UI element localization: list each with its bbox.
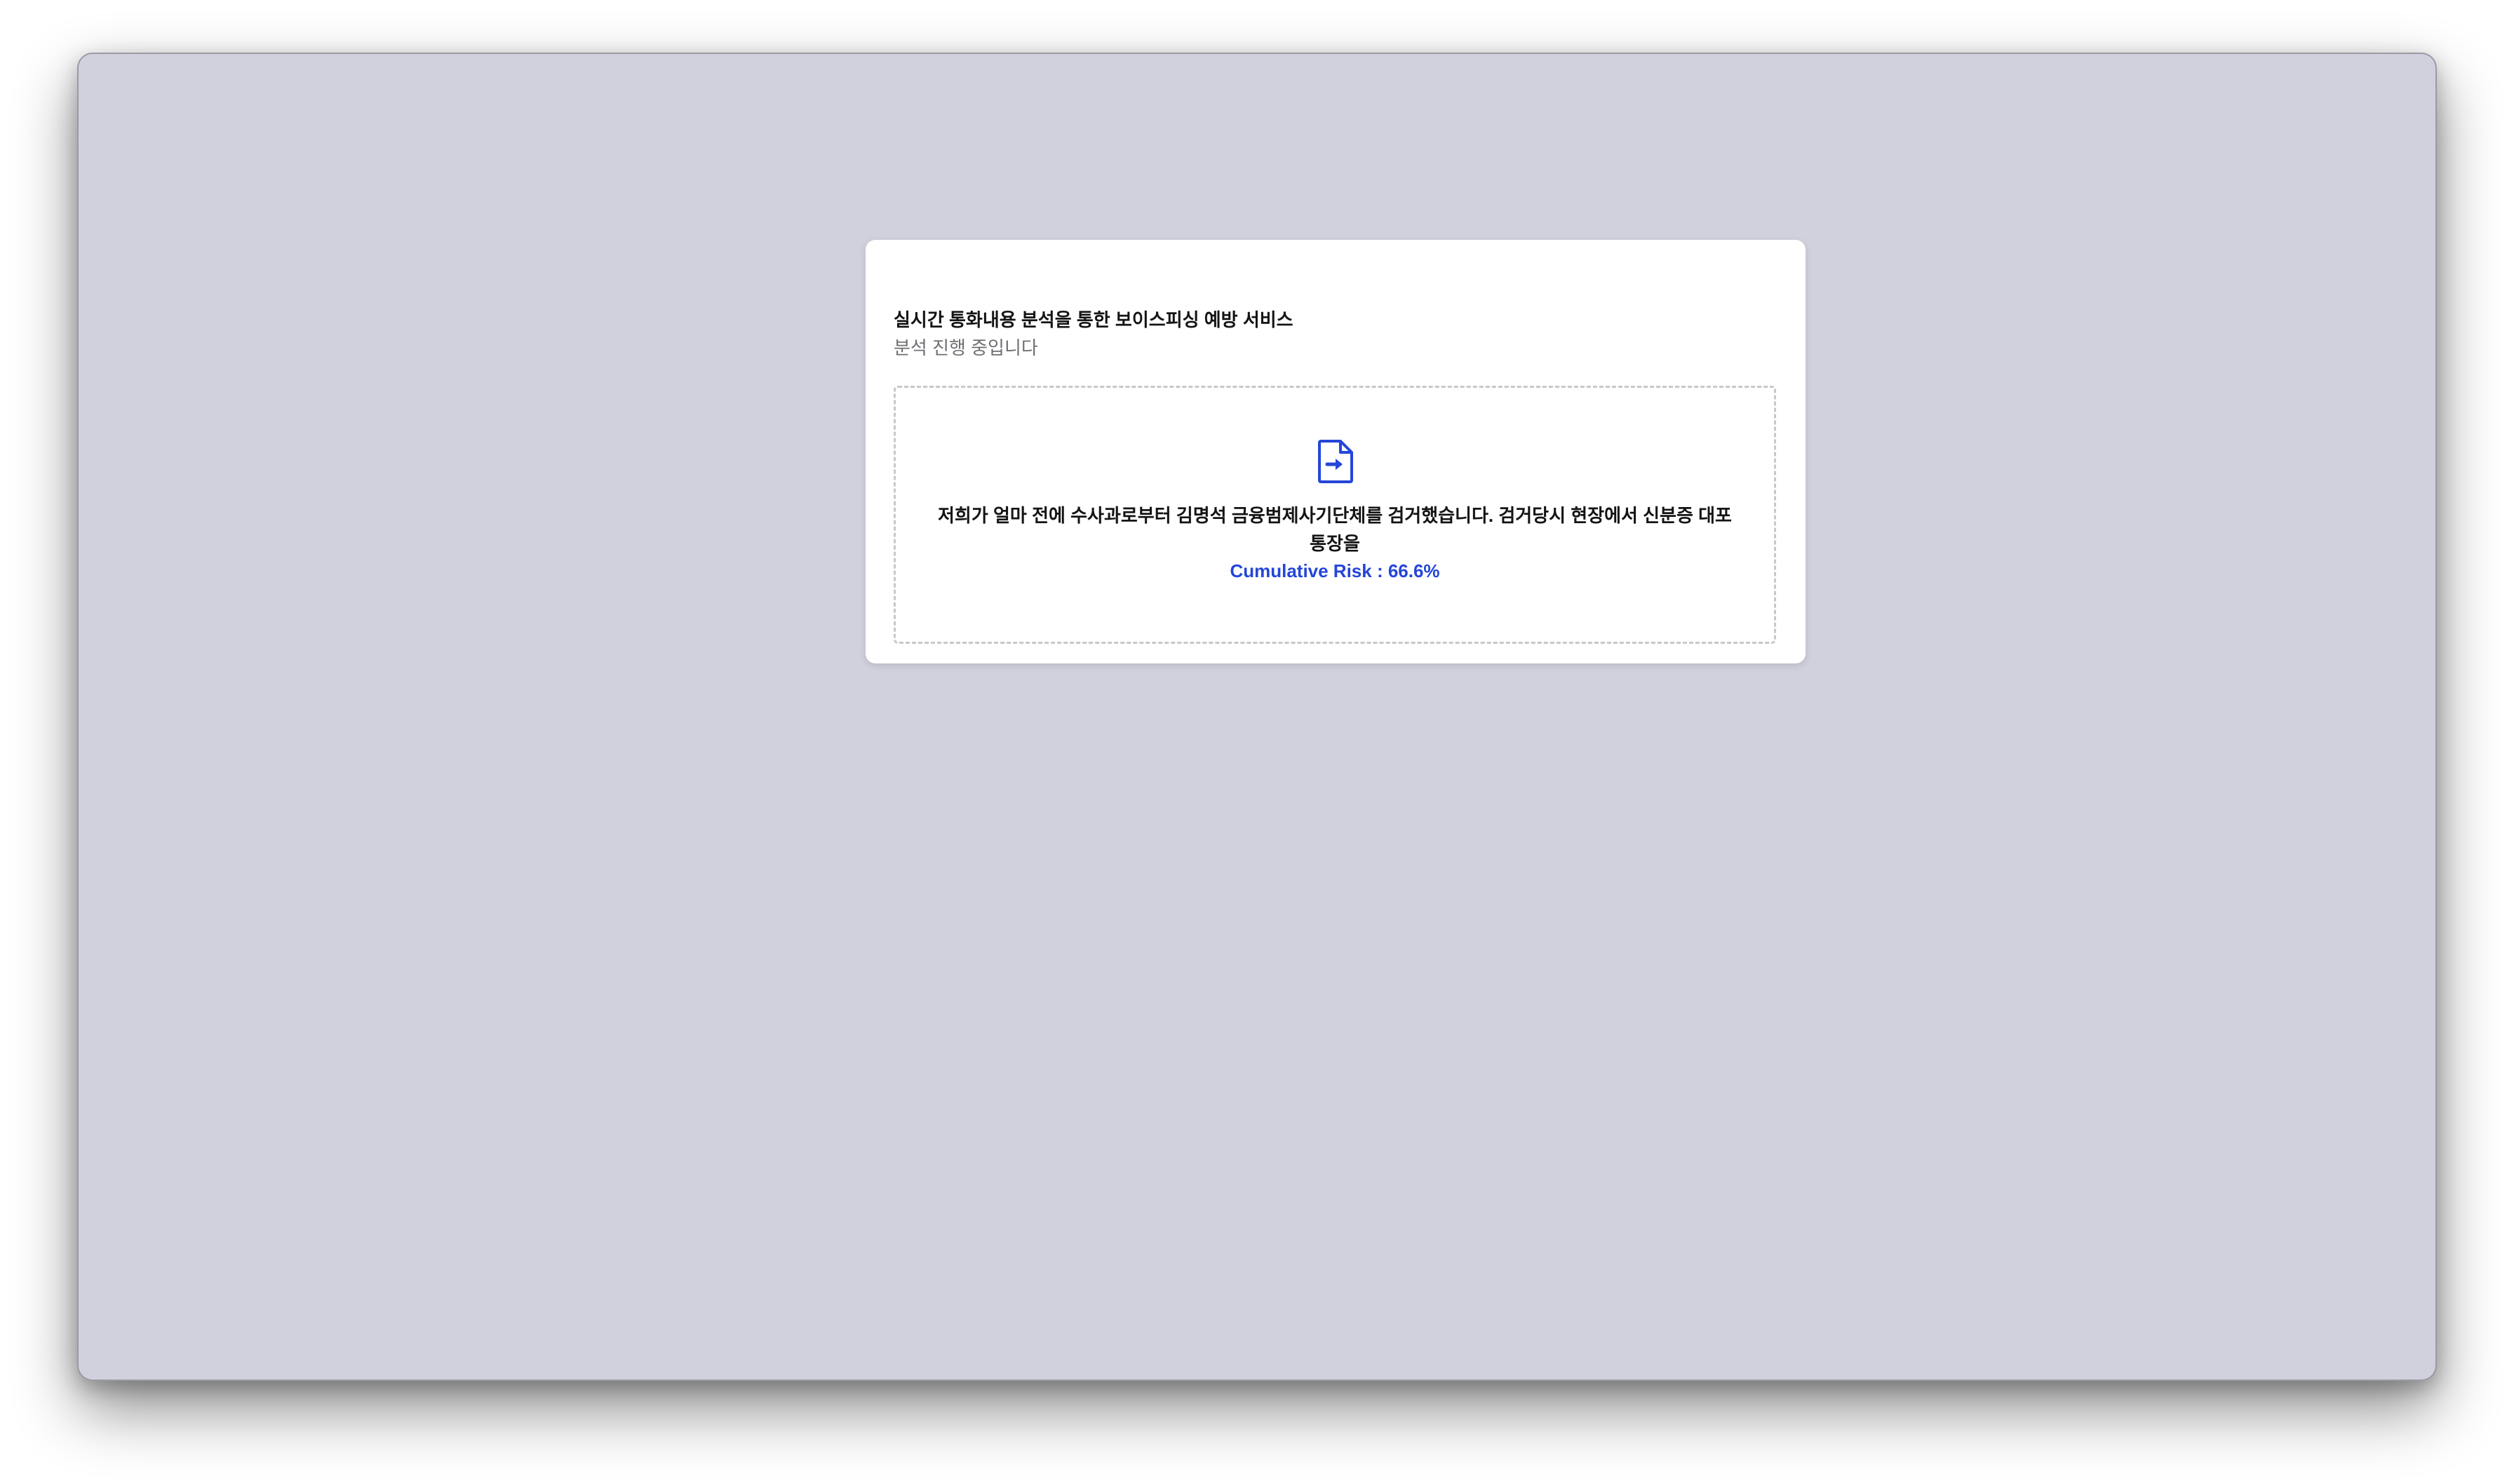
app-window: 실시간 통화내용 분석을 통한 보이스피싱 예방 서비스 분석 진행 중입니다 …	[77, 53, 2437, 1381]
page-title: 실시간 통화내용 분석을 통한 보이스피싱 예방 서비스	[894, 309, 1293, 330]
transcript-text: 저희가 얼마 전에 수사과로부터 김명석 금융범제사기단체를 검거했습니다. 검…	[938, 505, 1732, 554]
cumulative-risk: Cumulative Risk : 66.6%	[1230, 560, 1440, 581]
file-arrow-icon	[1318, 440, 1353, 483]
status-text: 분석 진행 중입니다	[894, 337, 1038, 358]
analysis-dropzone[interactable]: 저희가 얼마 전에 수사과로부터 김명석 금융범제사기단체를 검거했습니다. 검…	[894, 386, 1776, 644]
analysis-card: 실시간 통화내용 분석을 통한 보이스피싱 예방 서비스 분석 진행 중입니다 …	[866, 240, 1806, 663]
